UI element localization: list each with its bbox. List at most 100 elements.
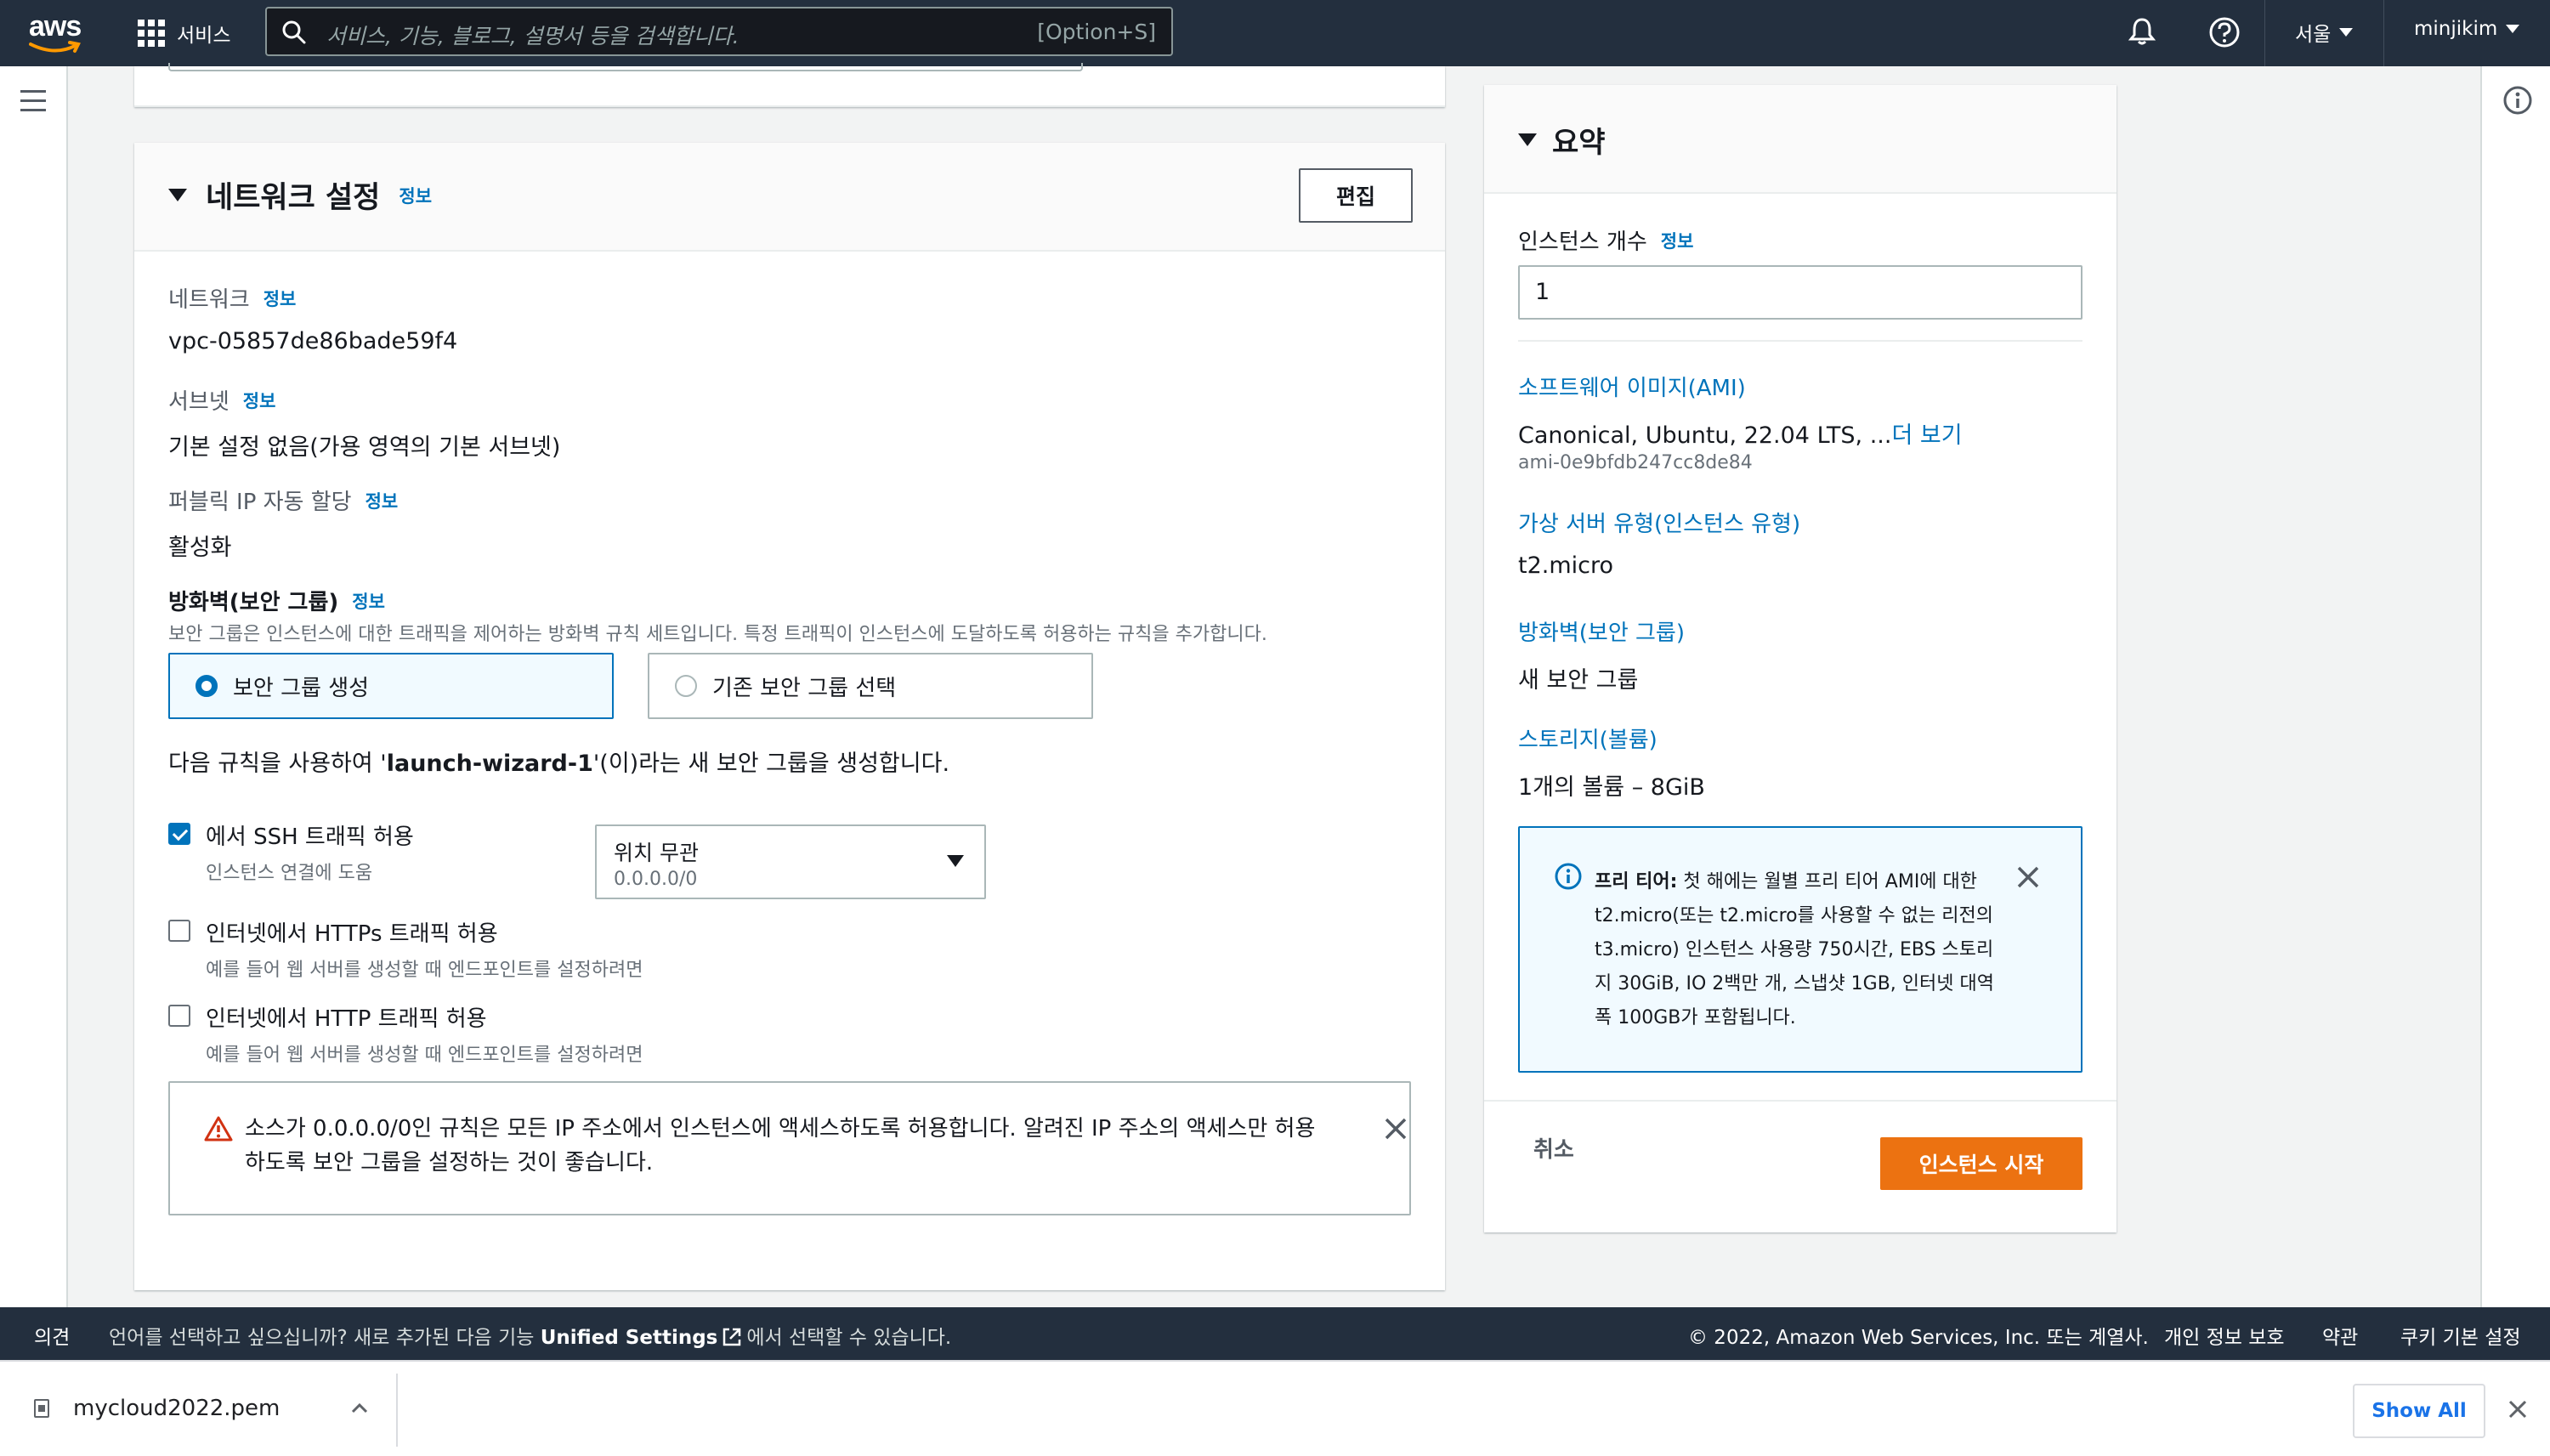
search-input[interactable]: 서비스, 기능, 블로그, 설명서 등을 검색합니다. [Option+S] xyxy=(265,7,1173,56)
http-checkbox[interactable] xyxy=(168,1005,190,1027)
summary-toggle[interactable]: 요약 xyxy=(1518,119,1606,161)
aws-smile-icon xyxy=(29,41,81,53)
https-label: 인터넷에서 HTTPs 트래픽 허용 xyxy=(206,921,498,947)
downloads-bar: mycloud2022.pem Show All xyxy=(0,1360,2550,1456)
cancel-button[interactable]: 취소 xyxy=(1533,1132,1574,1164)
file-icon xyxy=(34,1399,49,1418)
ami-more-link[interactable]: 더 보기 xyxy=(1891,422,1962,449)
previous-section-panel xyxy=(134,63,1445,107)
subnet-label-row: 서브넷 정보 xyxy=(168,384,275,416)
radio-create-security-group[interactable]: 보안 그룹 생성 xyxy=(168,653,614,719)
ami-id: ami-0e9bfdb247cc8de84 xyxy=(1518,452,1753,473)
instance-count-label: 인스턴스 개수 xyxy=(1518,229,1647,255)
warning-alert: 소스가 0.0.0.0/0인 규칙은 모든 IP 주소에서 인스턴스에 액세스하… xyxy=(168,1081,1411,1215)
launch-instance-button[interactable]: 인스턴스 시작 xyxy=(1880,1137,2082,1190)
ssh-source-cidr: 0.0.0.0/0 xyxy=(614,869,698,890)
caret-down-icon xyxy=(947,855,964,867)
aws-logo[interactable]: aws xyxy=(29,10,83,54)
subnet-value: 기본 설정 없음(가용 영역의 기본 서브넷) xyxy=(168,434,561,461)
download-item[interactable]: mycloud2022.pem xyxy=(34,1396,280,1421)
close-icon[interactable] xyxy=(2016,865,2040,889)
public-ip-info-link[interactable]: 정보 xyxy=(366,488,399,513)
cookie-preferences-link[interactable]: 쿠키 기본 설정 xyxy=(2400,1321,2521,1350)
summary-header: 요약 xyxy=(1484,85,2116,194)
region-selector[interactable]: 서울 xyxy=(2295,18,2354,47)
security-group-summary-text: 다음 규칙을 사용하여 'launch-wizard-1'(이)라는 새 보안 … xyxy=(168,751,950,777)
radio-unselected xyxy=(675,675,697,697)
services-menu[interactable]: 서비스 xyxy=(138,17,230,49)
top-navigation: aws 서비스 서비스, 기능, 블로그, 설명서 등을 검색합니다. [Opt… xyxy=(0,0,2550,66)
storage-link[interactable]: 스토리지(볼륨) xyxy=(1518,722,1658,754)
aws-logo-text: aws xyxy=(29,10,82,42)
feedback-link[interactable]: 의견 xyxy=(34,1321,70,1350)
downloads-divider xyxy=(396,1374,398,1447)
copyright: © 2022, Amazon Web Services, Inc. 또는 계열사… xyxy=(1688,1327,2149,1349)
ssh-description: 인스턴스 연결에 도움 xyxy=(206,863,373,884)
firewall-description: 보안 그룹은 인스턴스에 대한 트래픽을 제어하는 방화벽 규칙 세트입니다. … xyxy=(168,624,1267,645)
ami-value: Canonical, Ubuntu, 22.04 LTS, ... xyxy=(1518,422,1892,449)
right-rail xyxy=(2480,66,2550,1307)
region-label: 서울 xyxy=(2295,24,2332,46)
info-link[interactable]: 정보 xyxy=(399,183,432,208)
ssh-source-select[interactable]: 위치 무관 0.0.0.0/0 xyxy=(595,824,986,899)
chevron-up-icon[interactable] xyxy=(350,1402,369,1414)
terms-link[interactable]: 약관 xyxy=(2322,1321,2358,1350)
network-label-row: 네트워크 정보 xyxy=(168,282,296,314)
ssh-checkbox[interactable] xyxy=(168,823,190,845)
free-tier-text: 프리 티어: 첫 해에는 월별 프리 티어 AMI에 대한 t2.micro(또… xyxy=(1595,871,1994,1028)
radio-existing-security-group[interactable]: 기존 보안 그룹 선택 xyxy=(648,653,1093,719)
network-info-link[interactable]: 정보 xyxy=(264,286,297,311)
divider xyxy=(1518,340,2082,342)
language-notice: 언어를 선택하고 싶으십니까? 새로 추가된 다음 기능 Unified Set… xyxy=(109,1327,952,1349)
edit-button[interactable]: 편집 xyxy=(1299,168,1413,223)
subnet-info-link[interactable]: 정보 xyxy=(243,388,276,413)
free-tier-alert: 프리 티어: 첫 해에는 월별 프리 티어 AMI에 대한 t2.micro(또… xyxy=(1518,826,2082,1073)
http-rule-row: 인터넷에서 HTTP 트래픽 허용 예를 들어 웹 서버를 생성할 때 엔드포인… xyxy=(168,1001,643,1067)
https-description: 예를 들어 웹 서버를 생성할 때 엔드포인트를 설정하려면 xyxy=(206,960,643,981)
instance-count-input[interactable]: 1 xyxy=(1518,265,2082,320)
info-panel-icon[interactable] xyxy=(2502,85,2533,116)
summary-panel: 요약 인스턴스 개수 정보 1 소프트웨어 이미지(AMI) Canonical… xyxy=(1484,85,2116,1232)
caret-down-icon xyxy=(2506,25,2520,33)
download-filename: mycloud2022.pem xyxy=(73,1396,280,1421)
instance-count-label-row: 인스턴스 개수 정보 xyxy=(1518,224,1693,256)
console-footer: 의견 언어를 선택하고 싶으십니까? 새로 추가된 다음 기능 Unified … xyxy=(0,1307,2550,1360)
user-menu[interactable]: minjikim xyxy=(2414,18,2520,40)
services-label: 서비스 xyxy=(177,25,231,47)
show-all-button[interactable]: Show All xyxy=(2353,1384,2485,1438)
instance-count-info-link[interactable]: 정보 xyxy=(1661,228,1694,253)
ssh-label: 에서 SSH 트래픽 허용 xyxy=(206,824,414,850)
firewall-link[interactable]: 방화벽(보안 그룹) xyxy=(1518,615,1685,647)
close-icon[interactable] xyxy=(2508,1399,2528,1419)
caret-down-icon xyxy=(1518,133,1537,146)
bell-icon[interactable] xyxy=(2127,16,2157,47)
network-settings-header: 네트워크 설정 정보 편집 xyxy=(134,143,1445,252)
ami-value-row: Canonical, Ubuntu, 22.04 LTS, ...더 보기 xyxy=(1518,416,1963,450)
help-icon[interactable] xyxy=(2208,16,2241,48)
public-ip-label-row: 퍼블릭 IP 자동 할당 정보 xyxy=(168,484,398,516)
firewall-label: 방화벽(보안 그룹) xyxy=(168,590,339,615)
unified-settings-link[interactable]: Unified Settings xyxy=(541,1327,718,1349)
firewall-info-link[interactable]: 정보 xyxy=(352,588,385,614)
firewall-label-row: 방화벽(보안 그룹) 정보 xyxy=(168,585,385,616)
ssh-source-value: 위치 무관 xyxy=(614,841,699,865)
ami-link[interactable]: 소프트웨어 이미지(AMI) xyxy=(1518,371,1746,402)
search-icon xyxy=(282,20,306,44)
network-value: vpc-05857de86bade59f4 xyxy=(168,328,458,354)
https-checkbox[interactable] xyxy=(168,920,190,942)
menu-icon[interactable] xyxy=(20,90,46,118)
search-shortcut: [Option+S] xyxy=(1037,20,1156,44)
previous-section-field xyxy=(168,63,1083,71)
network-settings-toggle[interactable]: 네트워크 설정 정보 xyxy=(168,173,432,217)
summary-title: 요약 xyxy=(1552,126,1606,160)
radio-existing-label: 기존 보안 그룹 선택 xyxy=(712,675,897,701)
privacy-link[interactable]: 개인 정보 보호 xyxy=(2164,1321,2285,1350)
instance-type-value: t2.micro xyxy=(1518,552,1614,579)
caret-down-icon xyxy=(168,189,187,201)
close-icon[interactable] xyxy=(1384,1117,1408,1141)
subnet-label: 서브넷 xyxy=(168,389,230,415)
grid-icon xyxy=(138,20,165,47)
warning-text: 소스가 0.0.0.0/0인 규칙은 모든 IP 주소에서 인스턴스에 액세스하… xyxy=(245,1116,1316,1176)
instance-type-link[interactable]: 가상 서버 유형(인스턴스 유형) xyxy=(1518,507,1800,538)
info-icon xyxy=(1555,863,1582,890)
